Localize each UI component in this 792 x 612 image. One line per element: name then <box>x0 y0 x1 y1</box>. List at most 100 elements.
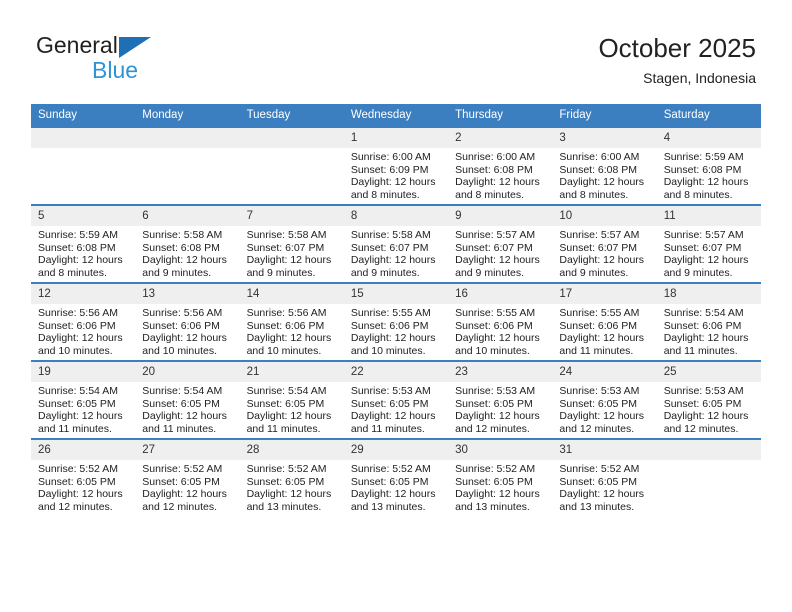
daylight-text-line2: and 8 minutes. <box>559 188 629 201</box>
calendar-day-cell[interactable]: 11 Sunrise: 5:57 AM Sunset: 6:07 PM Dayligh… <box>656 204 761 283</box>
calendar-day-cell[interactable]: 13 Sunrise: 5:56 AM Sunset: 6:06 PM Dayligh… <box>135 282 240 361</box>
daylight-text-line1: Daylight: 12 hours <box>38 332 123 345</box>
calendar-day-cell[interactable]: 3 Sunrise: 6:00 AM Sunset: 6:08 PM Daylight… <box>552 126 657 205</box>
weekday-header-sunday: Sunday <box>31 104 136 127</box>
calendar-day-cell[interactable]: 31 Sunrise: 5:52 AM Sunset: 6:05 PM Dayligh… <box>552 438 657 516</box>
sunrise-text: Sunrise: 5:57 AM <box>559 229 640 241</box>
sunset-text: Sunset: 6:05 PM <box>246 475 325 488</box>
day-details: Sunrise: 5:52 AM Sunset: 6:05 PM Daylight:… <box>135 460 239 513</box>
sunset-text: Sunset: 6:05 PM <box>455 475 533 488</box>
day-details: Sunrise: 5:56 AM Sunset: 6:06 PM Daylight:… <box>135 304 239 357</box>
day-number: 21 <box>239 362 344 382</box>
day-details: Sunrise: 5:55 AM Sunset: 6:06 PM Daylight:… <box>344 304 448 357</box>
sunset-text: Sunset: 6:05 PM <box>350 397 429 410</box>
daylight-text-line1: Daylight: 12 hours <box>350 410 436 423</box>
sunrise-text: Sunrise: 5:56 AM <box>142 307 223 319</box>
calendar-day-cell[interactable]: 30 Sunrise: 5:52 AM Sunset: 6:05 PM Dayligh… <box>448 438 553 516</box>
day-number: 16 <box>448 284 553 304</box>
calendar-header-row: Sunday Monday Tuesday Wednesday Thursday… <box>31 104 761 127</box>
day-number: 13 <box>135 284 240 304</box>
calendar-day-cell[interactable]: 15 Sunrise: 5:55 AM Sunset: 6:06 PM Dayligh… <box>343 282 449 361</box>
day-number: 7 <box>239 206 344 226</box>
calendar-day-cell[interactable]: 20 Sunrise: 5:54 AM Sunset: 6:05 PM Dayligh… <box>135 360 240 439</box>
sunrise-text: Sunrise: 5:52 AM <box>559 463 640 475</box>
daylight-text-line2: and 10 minutes. <box>142 344 217 357</box>
calendar-day-cell[interactable]: 23 Sunrise: 5:53 AM Sunset: 6:05 PM Dayligh… <box>448 360 553 439</box>
day-number: 12 <box>31 284 136 304</box>
daylight-text-line2: and 12 minutes. <box>663 422 739 435</box>
calendar-day-cell[interactable]: 24 Sunrise: 5:53 AM Sunset: 6:05 PM Dayligh… <box>552 360 657 439</box>
day-details: Sunrise: 5:56 AM Sunset: 6:06 PM Daylight:… <box>31 304 135 357</box>
sunset-text: Sunset: 6:07 PM <box>350 241 429 254</box>
day-number: 6 <box>135 206 240 226</box>
general-blue-logo[interactable]: General Blue <box>36 32 256 88</box>
day-number: 11 <box>656 206 761 226</box>
day-details: Sunrise: 5:55 AM Sunset: 6:06 PM Daylight:… <box>552 304 656 357</box>
day-number: 3 <box>552 128 657 148</box>
day-details: Sunrise: 5:53 AM Sunset: 6:05 PM Daylight:… <box>552 382 656 435</box>
daylight-text-line2: and 9 minutes. <box>142 266 212 279</box>
daylight-text-line2: and 12 minutes. <box>38 500 113 513</box>
daylight-text-line1: Daylight: 12 hours <box>559 254 645 267</box>
day-number: 5 <box>31 206 136 226</box>
daylight-text-line2: and 11 minutes. <box>246 422 321 435</box>
day-number: 15 <box>343 284 449 304</box>
day-number: 25 <box>656 362 761 382</box>
sunset-text: Sunset: 6:06 PM <box>559 319 638 332</box>
day-number: 1 <box>343 128 449 148</box>
day-number: 8 <box>343 206 449 226</box>
calendar-day-cell[interactable]: 22 Sunrise: 5:53 AM Sunset: 6:05 PM Dayligh… <box>343 360 449 439</box>
calendar-page: General Blue October 2025 Stagen, Indone… <box>0 0 792 612</box>
weekday-header-friday: Friday <box>552 104 657 127</box>
daylight-text-line1: Daylight: 12 hours <box>663 410 749 423</box>
sunset-text: Sunset: 6:06 PM <box>142 319 220 332</box>
calendar-day-cell[interactable]: 28 Sunrise: 5:52 AM Sunset: 6:05 PM Dayligh… <box>239 438 344 516</box>
calendar-day-cell[interactable]: 4 Sunrise: 5:59 AM Sunset: 6:08 PM Daylight… <box>656 126 761 205</box>
calendar-day-cell[interactable]: 6 Sunrise: 5:58 AM Sunset: 6:08 PM Daylight… <box>135 204 240 283</box>
calendar-day-cell[interactable]: 29 Sunrise: 5:52 AM Sunset: 6:05 PM Dayligh… <box>343 438 449 516</box>
calendar-day-cell[interactable]: 7 Sunrise: 5:58 AM Sunset: 6:07 PM Daylight… <box>239 204 344 283</box>
calendar-day-cell[interactable]: 2 Sunrise: 6:00 AM Sunset: 6:08 PM Daylight… <box>448 126 553 205</box>
daylight-text-line2: and 8 minutes. <box>663 188 733 201</box>
daylight-text-line2: and 12 minutes. <box>455 422 530 435</box>
daylight-text-line1: Daylight: 12 hours <box>455 254 540 267</box>
calendar-day-cell[interactable]: 12 Sunrise: 5:56 AM Sunset: 6:06 PM Dayligh… <box>31 282 136 361</box>
daylight-text-line1: Daylight: 12 hours <box>246 488 332 501</box>
calendar-day-cell[interactable]: 10 Sunrise: 5:57 AM Sunset: 6:07 PM Dayligh… <box>552 204 657 283</box>
calendar-day-cell[interactable]: 1 Sunrise: 6:00 AM Sunset: 6:09 PM Daylight… <box>343 126 449 205</box>
daylight-text-line2: and 9 minutes. <box>246 266 316 279</box>
calendar-day-cell[interactable]: 25 Sunrise: 5:53 AM Sunset: 6:05 PM Dayligh… <box>656 360 761 439</box>
day-details: Sunrise: 5:58 AM Sunset: 6:07 PM Daylight:… <box>344 226 448 279</box>
sunrise-text: Sunrise: 6:00 AM <box>455 151 536 163</box>
daylight-text-line1: Daylight: 12 hours <box>246 254 332 267</box>
day-details: Sunrise: 5:55 AM Sunset: 6:06 PM Daylight:… <box>448 304 552 357</box>
calendar-day-cell[interactable]: 19 Sunrise: 5:54 AM Sunset: 6:05 PM Dayligh… <box>31 360 136 439</box>
calendar-day-cell[interactable]: 21 Sunrise: 5:54 AM Sunset: 6:05 PM Dayligh… <box>239 360 344 439</box>
calendar-week-row: 5 Sunrise: 5:59 AM Sunset: 6:08 PM Daylight… <box>31 204 761 283</box>
calendar-day-cell[interactable]: 9 Sunrise: 5:57 AM Sunset: 6:07 PM Daylight… <box>448 204 553 283</box>
page-header: General Blue October 2025 Stagen, Indone… <box>0 0 792 100</box>
sunset-text: Sunset: 6:07 PM <box>663 241 742 254</box>
day-details: Sunrise: 5:57 AM Sunset: 6:07 PM Daylight:… <box>552 226 656 279</box>
calendar-day-cell[interactable]: 5 Sunrise: 5:59 AM Sunset: 6:08 PM Daylight… <box>31 204 136 283</box>
calendar-day-cell[interactable]: 27 Sunrise: 5:52 AM Sunset: 6:05 PM Dayligh… <box>135 438 240 516</box>
page-title: October 2025 <box>598 33 756 63</box>
day-number: 9 <box>448 206 553 226</box>
daylight-text-line1: Daylight: 12 hours <box>38 410 123 423</box>
calendar-day-cell[interactable]: 8 Sunrise: 5:58 AM Sunset: 6:07 PM Daylight… <box>343 204 449 283</box>
daylight-text-line2: and 13 minutes. <box>559 500 635 513</box>
day-details: Sunrise: 5:59 AM Sunset: 6:08 PM Daylight:… <box>31 226 135 279</box>
sunrise-text: Sunrise: 5:54 AM <box>38 385 118 397</box>
sunrise-text: Sunrise: 5:52 AM <box>455 463 536 475</box>
daylight-text-line1: Daylight: 12 hours <box>559 176 645 189</box>
weekday-header-monday: Monday <box>135 104 240 127</box>
calendar-day-cell[interactable]: 18 Sunrise: 5:54 AM Sunset: 6:06 PM Dayligh… <box>656 282 761 361</box>
calendar-day-cell[interactable]: 14 Sunrise: 5:56 AM Sunset: 6:06 PM Dayligh… <box>239 282 344 361</box>
calendar-day-cell[interactable]: 17 Sunrise: 5:55 AM Sunset: 6:06 PM Dayligh… <box>552 282 657 361</box>
calendar-day-cell[interactable]: 16 Sunrise: 5:55 AM Sunset: 6:06 PM Dayligh… <box>448 282 553 361</box>
day-number: 14 <box>239 284 344 304</box>
daylight-text-line2: and 11 minutes. <box>663 344 738 357</box>
sunrise-text: Sunrise: 5:55 AM <box>350 307 431 319</box>
calendar-day-cell[interactable]: 26 Sunrise: 5:52 AM Sunset: 6:05 PM Dayligh… <box>31 438 136 516</box>
day-number: 2 <box>448 128 553 148</box>
